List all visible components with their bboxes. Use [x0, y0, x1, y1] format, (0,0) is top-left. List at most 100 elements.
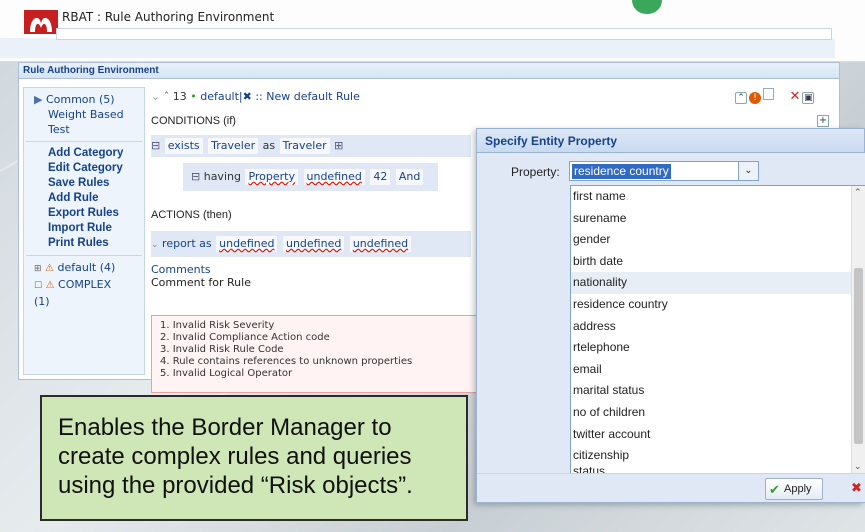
status-indicator: [632, 0, 662, 14]
warning-icon: ⚠: [45, 280, 55, 291]
report-as-keyword: report as: [162, 237, 212, 250]
leaf-icon: •: [190, 90, 197, 103]
error-item: 5. Invalid Logical Operator: [160, 368, 293, 379]
dialog-title[interactable]: Specify Entity Property: [477, 129, 864, 153]
cancel-icon[interactable]: ✖: [851, 481, 862, 496]
window-titlebar: RBAT : Rule Authoring Environment: [0, 0, 865, 62]
title-strip: [0, 38, 835, 58]
rule-name[interactable]: default|✖ :: New default Rule: [200, 90, 360, 103]
property-dropdown-list: first name surename gender birth date na…: [570, 185, 865, 475]
ruleset-complex[interactable]: ☐ ⚠ COMPLEX (1): [24, 277, 124, 309]
divider: [26, 255, 142, 256]
dropdown-option[interactable]: marital status: [571, 380, 865, 402]
import-rule-link[interactable]: Import Rule: [24, 221, 144, 236]
chevron-down-icon[interactable]: ⌄: [151, 90, 160, 103]
scrollbar-thumb[interactable]: [854, 268, 863, 444]
comments-label[interactable]: Comments: [151, 263, 211, 277]
caret-up-icon[interactable]: ˆ: [164, 90, 170, 103]
dropdown-option[interactable]: rtelephone: [571, 337, 865, 359]
dropdown-option[interactable]: surename: [571, 208, 865, 230]
dropdown-option[interactable]: address: [571, 316, 865, 338]
add-rule-link[interactable]: Add Rule: [24, 191, 144, 206]
divider: [26, 141, 142, 142]
edit-icon[interactable]: ▣: [802, 92, 815, 104]
property-select-value: residence country: [572, 164, 671, 179]
dropdown-scrollbar[interactable]: ⌃ ⌄: [851, 186, 865, 474]
exists-keyword[interactable]: exists: [164, 138, 203, 154]
dropdown-option[interactable]: citizenship: [571, 445, 865, 467]
error-item: 1. Invalid Risk Severity: [160, 320, 275, 331]
dropdown-option[interactable]: birth date: [571, 251, 865, 273]
sidebar-item-test[interactable]: Test: [24, 122, 144, 137]
alias-token[interactable]: Traveler: [279, 138, 330, 154]
error-item: 4. Rule contains references to unknown p…: [160, 356, 413, 367]
operator-token[interactable]: undefined: [303, 169, 365, 185]
value-token[interactable]: 42: [370, 169, 391, 185]
error-item: 3. Invalid Risk Rule Code: [160, 344, 284, 355]
panel-title: Rule Authoring Environment: [19, 63, 839, 79]
info-icon[interactable]: !: [749, 92, 761, 104]
error-item: 2. Invalid Compliance Action code: [160, 332, 330, 343]
dropdown-option[interactable]: first name: [571, 186, 865, 208]
as-keyword: as: [262, 139, 276, 152]
app-logo-icon: [24, 10, 58, 34]
ruleset-label: default (4): [57, 261, 116, 274]
copy-icon[interactable]: [763, 88, 774, 100]
having-keyword: having: [203, 170, 241, 183]
logic-token[interactable]: And: [395, 169, 424, 185]
property-token[interactable]: Property: [245, 169, 298, 185]
action-arg[interactable]: undefined: [349, 236, 412, 252]
dialog-body: Property: residence country ⌄ first name…: [477, 153, 865, 475]
dropdown-option[interactable]: residence country: [571, 294, 865, 316]
collapse-icon[interactable]: ⌄: [151, 240, 159, 250]
rule-number: 13: [172, 90, 187, 103]
checkmark-icon: ✔: [769, 482, 780, 497]
expand-icon[interactable]: ⊞: [34, 264, 42, 274]
dialog-footer: ✔ Apply ✖: [477, 473, 865, 502]
collapse-icon[interactable]: ⊟: [191, 170, 200, 183]
checkbox-icon[interactable]: ☐: [34, 281, 42, 291]
dropdown-option[interactable]: gender: [571, 229, 865, 251]
actions-header: ACTIONS (then): [151, 209, 232, 221]
sidebar-item-common[interactable]: ▶ Common (5): [24, 92, 144, 107]
dropdown-option[interactable]: twitter account: [571, 424, 865, 446]
rule-toolbar: ⌃! ✕ ▣: [733, 87, 815, 107]
collapse-icon[interactable]: ⊟: [151, 139, 160, 152]
conditions-header: CONDITIONS (if): [151, 115, 236, 127]
ruleset-default[interactable]: ⊞ ⚠ default (4): [24, 260, 144, 277]
save-rules-link[interactable]: Save Rules: [24, 176, 144, 191]
action-arg[interactable]: undefined: [216, 236, 278, 252]
delete-icon[interactable]: ✕: [790, 89, 801, 104]
window-title: RBAT : Rule Authoring Environment: [62, 10, 275, 24]
chevron-down-icon[interactable]: ⌄: [738, 162, 758, 180]
add-category-link[interactable]: Add Category: [24, 146, 144, 161]
dropdown-option[interactable]: no of children: [571, 402, 865, 424]
edit-category-link[interactable]: Edit Category: [24, 161, 144, 176]
having-condition: ⊟ having Property undefined 42 And: [183, 163, 438, 191]
scroll-down-icon[interactable]: ⌄: [854, 462, 862, 472]
sidebar-item-label: Common (5): [45, 93, 115, 106]
export-rules-link[interactable]: Export Rules: [24, 206, 144, 221]
dropdown-option-hovered[interactable]: nationality: [571, 272, 865, 294]
dropdown-option[interactable]: email: [571, 359, 865, 381]
title-bar-field: [56, 28, 832, 40]
specify-entity-property-dialog: Specify Entity Property Property: reside…: [476, 128, 865, 503]
add-icon[interactable]: ⊞: [334, 139, 343, 152]
comment-text[interactable]: Comment for Rule: [151, 276, 251, 290]
warning-icon: ⚠: [45, 263, 55, 274]
apply-label: Apply: [784, 483, 812, 495]
sidebar: ▶ Common (5) Weight Based Test Add Categ…: [23, 87, 145, 375]
sidebar-item-weight-based[interactable]: Weight Based: [24, 107, 144, 122]
apply-button[interactable]: ✔ Apply: [765, 478, 823, 500]
action-row: ⌄ report as undefined undefined undefine…: [151, 231, 471, 257]
property-select[interactable]: residence country ⌄: [569, 161, 759, 181]
entity-token[interactable]: Traveler: [208, 138, 259, 154]
property-label: Property:: [511, 165, 560, 179]
scroll-up-icon[interactable]: ⌃: [854, 188, 862, 198]
error-list: 1. Invalid Risk Severity 2. Invalid Comp…: [151, 315, 477, 393]
action-arg[interactable]: undefined: [282, 236, 345, 252]
print-rules-link[interactable]: Print Rules: [24, 236, 144, 251]
add-condition-button[interactable]: +: [817, 115, 829, 127]
triangle-right-icon: ▶: [34, 93, 43, 106]
collapse-icon[interactable]: ⌃: [735, 92, 747, 104]
